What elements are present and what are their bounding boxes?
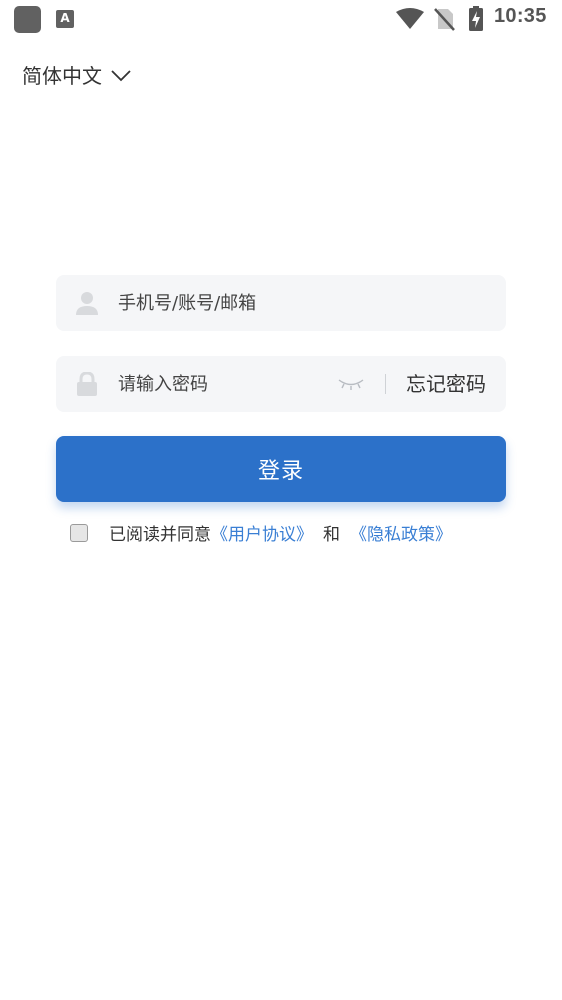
password-input[interactable] (118, 356, 318, 412)
login-screen: A 10:35 简体中文 手机号/账号/邮箱 忘记密码 登录 已阅读并同意《用户… (0, 0, 562, 1000)
user-icon (76, 292, 98, 315)
agreement-checkbox[interactable] (70, 523, 88, 542)
app-notification-icon (14, 6, 41, 33)
agreement-row: 已阅读并同意《用户协议》和《隐私政策》 (70, 520, 452, 545)
no-sim-icon (434, 8, 455, 31)
wifi-icon (396, 8, 424, 29)
login-button[interactable]: 登录 (56, 436, 506, 502)
account-input[interactable] (118, 275, 488, 331)
agreement-text: 已阅读并同意《用户协议》和《隐私政策》 (109, 520, 452, 545)
forgot-password-link[interactable]: 忘记密码 (406, 356, 486, 412)
agreement-and: 和 (323, 525, 340, 545)
chevron-down-icon (111, 69, 131, 81)
language-selector[interactable]: 简体中文 (22, 60, 132, 89)
agreement-prefix: 已阅读并同意 (109, 525, 211, 545)
eye-closed-icon[interactable] (336, 375, 366, 393)
user-agreement-link[interactable]: 《用户协议》 (211, 525, 313, 545)
account-field (56, 275, 506, 331)
privacy-policy-link[interactable]: 《隐私政策》 (350, 525, 452, 545)
field-divider (385, 374, 386, 394)
battery-charging-icon (469, 6, 483, 31)
language-label: 简体中文 (22, 64, 102, 88)
lock-icon (77, 372, 97, 396)
password-field: 忘记密码 (56, 356, 506, 412)
status-bar: A 10:35 (0, 0, 562, 38)
a-notification-icon: A (56, 10, 74, 28)
status-time: 10:35 (494, 5, 547, 27)
